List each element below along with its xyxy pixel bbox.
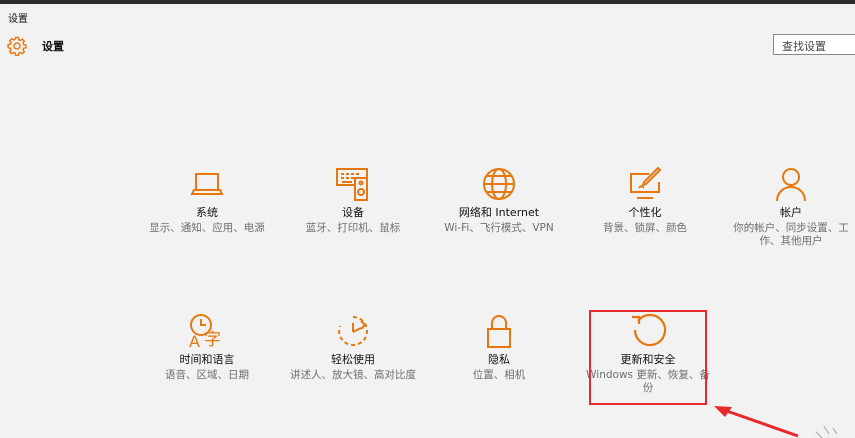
time-language-icon: A 字	[189, 314, 221, 349]
tile-personalization[interactable]: 个性化 背景、锁屏、颜色	[575, 166, 715, 235]
lock-icon	[487, 315, 511, 348]
tile-time-language[interactable]: A 字 时间和语言 语音、区域、日期	[137, 313, 277, 382]
highlight-box	[589, 310, 707, 405]
tile-name: 时间和语言	[179, 353, 235, 366]
svg-text:字: 字	[204, 330, 221, 349]
tile-ease-of-access[interactable]: 轻松使用 讲述人、放大镜、高对比度	[283, 313, 423, 382]
window-top-bar	[0, 0, 855, 4]
tile-description: 显示、通知、应用、电源	[149, 222, 265, 234]
tile-description: 位置、相机	[472, 369, 526, 381]
search-input[interactable]: 查找设置	[773, 34, 855, 55]
tile-system[interactable]: 系统 显示、通知、应用、电源	[137, 166, 277, 235]
ease-of-access-icon	[338, 315, 369, 346]
window-title: 设置	[8, 14, 28, 25]
svg-text:A: A	[189, 332, 200, 349]
laptop-icon	[190, 173, 224, 195]
tile-description: 背景、锁屏、颜色	[603, 222, 687, 234]
tile-devices[interactable]: 设备 蓝牙、打印机、鼠标	[283, 166, 423, 235]
tile-network[interactable]: 网络和 Internet Wi-Fi、飞行模式、VPN	[429, 166, 569, 235]
annotation-arrow-icon	[714, 406, 838, 438]
tile-description: 你的帐户、同步设置、工作、其他用户	[733, 222, 849, 247]
tile-privacy[interactable]: 隐私 位置、相机	[429, 313, 569, 382]
tile-name: 隐私	[488, 353, 510, 366]
person-icon	[776, 168, 806, 202]
page-title: 设置	[42, 40, 64, 53]
tile-name: 轻松使用	[331, 353, 375, 366]
tile-name: 个性化	[628, 206, 662, 219]
paint-monitor-icon	[630, 166, 662, 199]
tile-name: 系统	[196, 206, 218, 219]
tile-description: 蓝牙、打印机、鼠标	[305, 222, 401, 234]
tile-name: 帐户	[780, 206, 802, 219]
tile-name: 网络和 Internet	[458, 206, 540, 219]
tile-description: Wi-Fi、飞行模式、VPN	[444, 222, 554, 234]
globe-icon	[483, 168, 515, 200]
gear-icon	[7, 36, 27, 56]
tile-accounts[interactable]: 帐户 你的帐户、同步设置、工作、其他用户	[721, 166, 855, 248]
tile-description: 讲述人、放大镜、高对比度	[290, 369, 416, 381]
tile-description: 语音、区域、日期	[165, 369, 249, 381]
keyboard-speaker-icon	[336, 168, 368, 201]
tile-name: 设备	[342, 206, 364, 219]
